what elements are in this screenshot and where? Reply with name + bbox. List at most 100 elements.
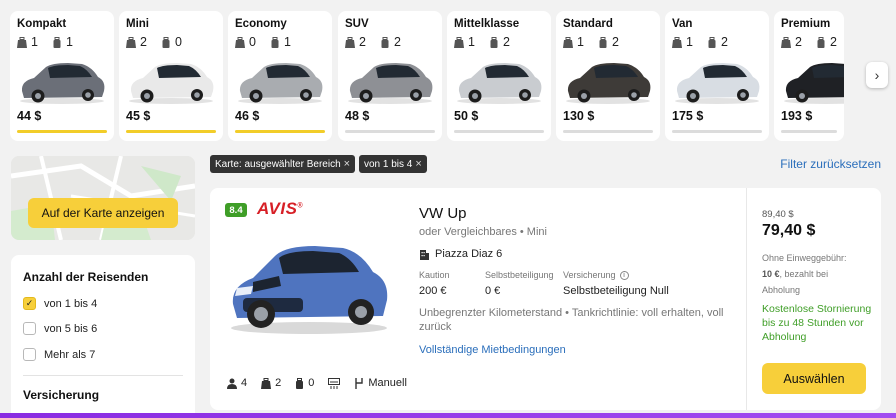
close-icon[interactable]: × (344, 158, 350, 170)
insurance-value: Selbstbeteiligung Null (563, 285, 669, 297)
price-column: 89,40 $ 79,40 $ Ohne Einweggebühr: 10 €,… (746, 188, 881, 410)
category-card[interactable]: SUV 2 2 48 $ (338, 11, 442, 141)
category-card[interactable]: Premium 2 2 193 $ (774, 11, 844, 141)
suitcase-icon (126, 36, 136, 48)
passengers-filter-title: Anzahl der Reisenden (23, 270, 149, 284)
category-name: Economy (235, 18, 287, 30)
excess-value: 0 € (485, 285, 501, 297)
category-luggage: 22 (781, 35, 844, 49)
category-price: 46 $ (235, 109, 260, 123)
checkbox-checked-icon[interactable]: ✓ (23, 297, 36, 310)
air-conditioning-icon (328, 377, 341, 389)
category-car-image (784, 63, 844, 104)
bag-icon (296, 377, 304, 389)
category-price: 45 $ (126, 109, 151, 123)
deposit-value: 200 € (419, 285, 447, 297)
bag-icon (271, 36, 279, 48)
show-on-map-button[interactable]: Auf der Karte anzeigen (28, 198, 178, 228)
suitcase-icon (17, 36, 27, 48)
passengers-option-5-6[interactable]: von 5 bis 6 (23, 322, 97, 335)
suitcase-icon (261, 377, 272, 389)
bag-icon (381, 36, 389, 48)
category-car-image (457, 63, 542, 104)
category-luggage: 01 (235, 35, 301, 49)
category-price-bar (17, 130, 107, 133)
category-price: 48 $ (345, 109, 370, 123)
info-icon[interactable]: i (619, 270, 629, 280)
category-luggage: 22 (345, 35, 411, 49)
category-price-bar (672, 130, 762, 133)
category-luggage: 12 (563, 35, 629, 49)
building-icon (420, 249, 429, 260)
category-name: Kompakt (17, 18, 67, 30)
category-luggage: 12 (672, 35, 738, 49)
category-name: Premium (781, 18, 831, 30)
next-categories-button[interactable]: › (866, 62, 888, 88)
category-card[interactable]: Mini 2 0 45 $ (119, 11, 223, 141)
category-card[interactable]: Standard 1 2 130 $ (556, 11, 660, 141)
rating-badge: 8.4 (225, 203, 247, 217)
select-offer-button[interactable]: Auswählen (762, 363, 866, 394)
filter-chip-map-area[interactable]: Karte: ausgewählter Bereich × (210, 155, 356, 173)
category-name: SUV (345, 18, 369, 30)
gearshift-icon (355, 377, 364, 389)
bag-icon (708, 36, 716, 48)
filter-divider (23, 375, 183, 376)
category-name: Mini (126, 18, 149, 30)
suitcase-icon (672, 36, 682, 48)
old-price: 89,40 $ (762, 209, 794, 220)
passengers-option-1-4[interactable]: ✓ von 1 bis 4 (23, 297, 97, 310)
checkbox-icon[interactable] (23, 348, 36, 361)
category-car-image (566, 63, 651, 104)
current-price: 79,40 $ (762, 222, 816, 239)
category-price: 175 $ (672, 109, 704, 123)
category-card[interactable]: Kompakt 1 1 44 $ (10, 11, 114, 141)
suitcase-icon (563, 36, 573, 48)
category-car-image (129, 63, 214, 104)
suitcase-icon (345, 36, 355, 48)
chevron-right-icon: › (874, 67, 880, 83)
checkbox-icon[interactable] (23, 322, 36, 335)
car-category-strip: Kompakt 1 1 44 $ Mini 2 0 45 $ Economy 0 1 46 $ SUV 2… (10, 11, 890, 141)
category-car-image (238, 63, 323, 104)
deposit-label: Kaution (419, 270, 450, 280)
rental-terms-link[interactable]: Vollständige Mietbedingungen (419, 344, 566, 356)
offer-features: Unbegrenzter Kilometerstand • Tankrichtl… (419, 307, 724, 333)
category-price-bar (563, 130, 653, 133)
bag-icon (599, 36, 607, 48)
category-name: Van (672, 18, 693, 30)
passengers-option-7-plus[interactable]: Mehr als 7 (23, 348, 95, 361)
category-price: 193 $ (781, 109, 813, 123)
suitcase-icon (454, 36, 464, 48)
car-image (231, 246, 388, 334)
pickup-location: Piazza Diaz 6 (419, 248, 502, 260)
suitcase-icon (781, 36, 791, 48)
reset-filters-link[interactable]: Filter zurücksetzen (780, 157, 881, 171)
category-car-image (348, 63, 433, 104)
category-price: 130 $ (563, 109, 595, 123)
supplier-logo: AVIS® (257, 199, 304, 218)
person-icon (227, 378, 237, 389)
car-attributes: 4 2 0 Manuell (227, 377, 421, 389)
car-title: VW Up (419, 205, 467, 222)
category-price-bar (126, 130, 216, 133)
category-price-bar (781, 130, 837, 133)
bag-icon (162, 36, 170, 48)
bag-icon (53, 36, 61, 48)
category-card[interactable]: Economy 0 1 46 $ (228, 11, 332, 141)
category-luggage: 20 (126, 35, 192, 49)
bottom-accent-bar (0, 413, 896, 418)
category-card[interactable]: Mittelklasse 1 2 50 $ (447, 11, 551, 141)
category-luggage: 11 (17, 35, 83, 49)
category-card[interactable]: Van 1 2 175 $ (665, 11, 769, 141)
excess-label: Selbstbeteiligung (485, 270, 554, 280)
car-subtitle: oder Vergleichbares • Mini (419, 226, 547, 238)
close-icon[interactable]: × (415, 158, 421, 170)
filter-panel: Anzahl der Reisenden ✓ von 1 bis 4 von 5… (11, 255, 195, 418)
category-price: 44 $ (17, 109, 42, 123)
insurance-label: Versicherung (563, 270, 616, 280)
category-car-image (675, 63, 760, 104)
one-way-fee-info: Ohne Einweggebühr: 10 €, bezahlt bei Abh… (762, 253, 847, 295)
filter-chip-passengers[interactable]: von 1 bis 4 × (359, 155, 427, 173)
offer-card: 8.4 AVIS® VW Up oder Vergleichbares • Mi… (210, 188, 881, 410)
